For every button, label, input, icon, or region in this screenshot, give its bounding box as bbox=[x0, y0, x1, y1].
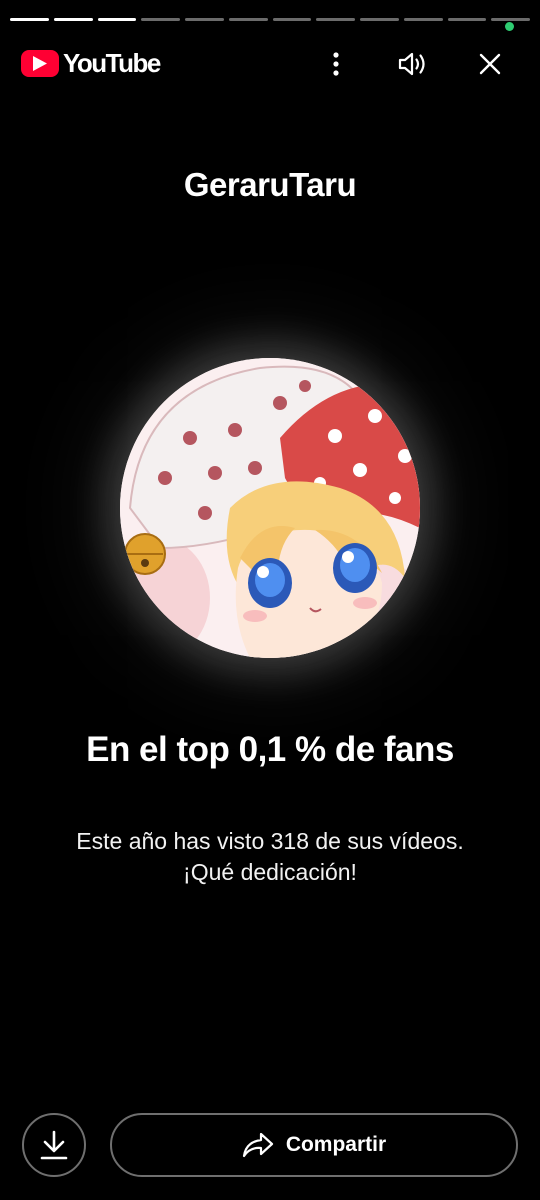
share-button[interactable]: Compartir bbox=[110, 1113, 518, 1177]
progress-segment bbox=[185, 18, 224, 21]
progress-segment bbox=[403, 18, 443, 21]
progress-segment bbox=[10, 18, 49, 21]
channel-name: GeraruTaru bbox=[183, 166, 357, 203]
fan-rank-headline: En el top 0,1 % de fans bbox=[86, 730, 454, 769]
progress-segment bbox=[228, 18, 268, 21]
progress-segment bbox=[141, 18, 180, 21]
close-button[interactable] bbox=[470, 44, 510, 84]
share-icon bbox=[242, 1132, 273, 1158]
close-icon bbox=[479, 53, 501, 75]
progress-segment bbox=[272, 18, 312, 21]
story-header: YouTube bbox=[0, 40, 540, 84]
sound-toggle-button[interactable] bbox=[393, 44, 433, 84]
youtube-logo: YouTube bbox=[21, 48, 161, 79]
download-icon bbox=[40, 1130, 68, 1160]
story-progress-bar bbox=[10, 18, 530, 22]
youtube-play-icon bbox=[21, 50, 59, 77]
fan-rank-description: Este año has visto 318 de sus vídeos. ¡Q… bbox=[0, 826, 540, 888]
progress-segment bbox=[53, 18, 93, 21]
progress-segment bbox=[447, 18, 487, 21]
more-vert-icon bbox=[333, 52, 339, 76]
description-line-2: ¡Qué dedicación! bbox=[183, 859, 357, 885]
volume-icon bbox=[398, 52, 425, 76]
download-button[interactable] bbox=[22, 1113, 86, 1177]
share-label: Compartir bbox=[285, 1133, 387, 1156]
more-options-button[interactable] bbox=[316, 44, 356, 84]
description-line-1: Este año has visto 318 de sus vídeos. bbox=[76, 828, 464, 854]
progress-segment bbox=[316, 18, 355, 21]
status-dot bbox=[505, 22, 514, 31]
progress-segment bbox=[360, 18, 399, 21]
channel-avatar bbox=[120, 358, 420, 658]
progress-segment bbox=[491, 18, 530, 21]
progress-segment bbox=[97, 18, 137, 21]
youtube-wordmark: YouTube bbox=[63, 48, 161, 78]
